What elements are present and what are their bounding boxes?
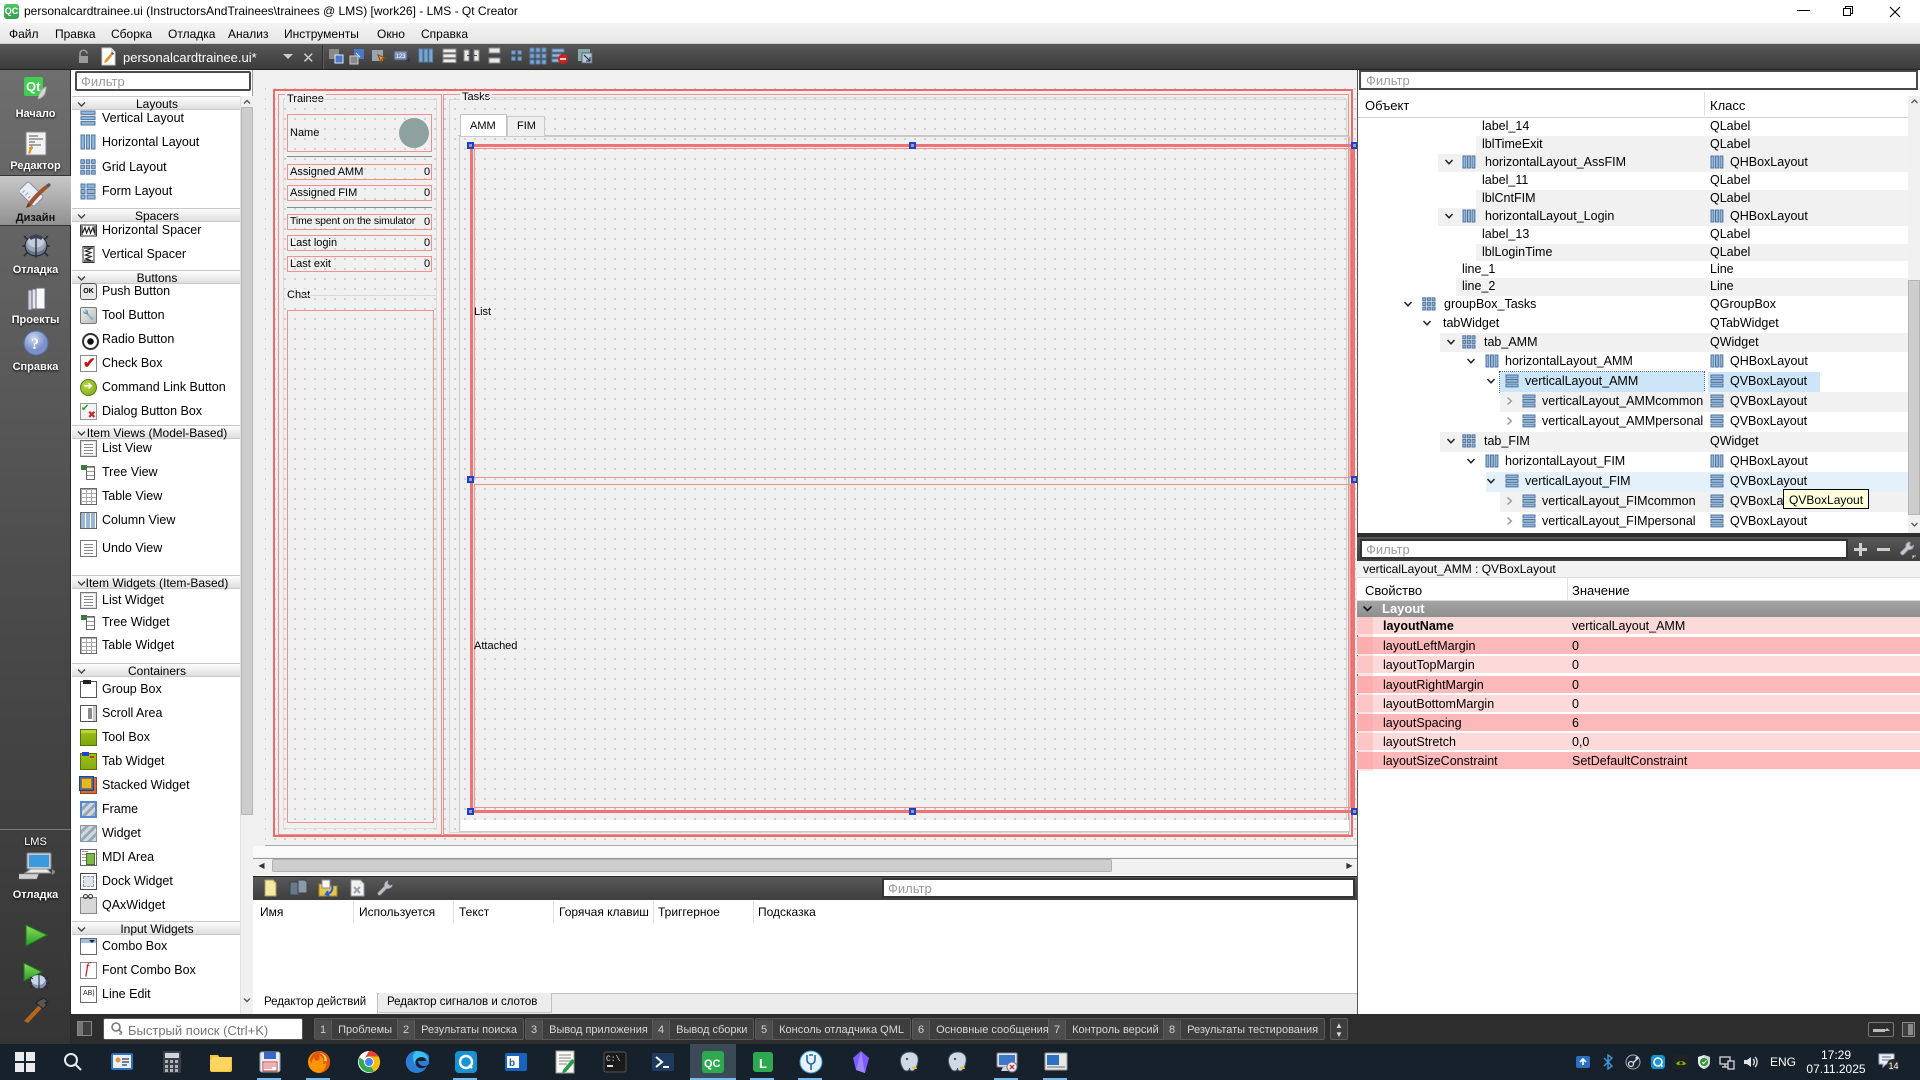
svg-text:?: ? [31,336,39,353]
svg-text:L: L [759,1056,767,1071]
svg-text:QC: QC [704,1058,721,1070]
svg-text:14: 14 [1889,1061,1899,1071]
svg-text:123: 123 [396,54,407,60]
svg-text:b: b [509,1058,515,1069]
svg-text:Qt: Qt [26,79,41,94]
svg-text:C:\: C:\ [606,1055,621,1064]
